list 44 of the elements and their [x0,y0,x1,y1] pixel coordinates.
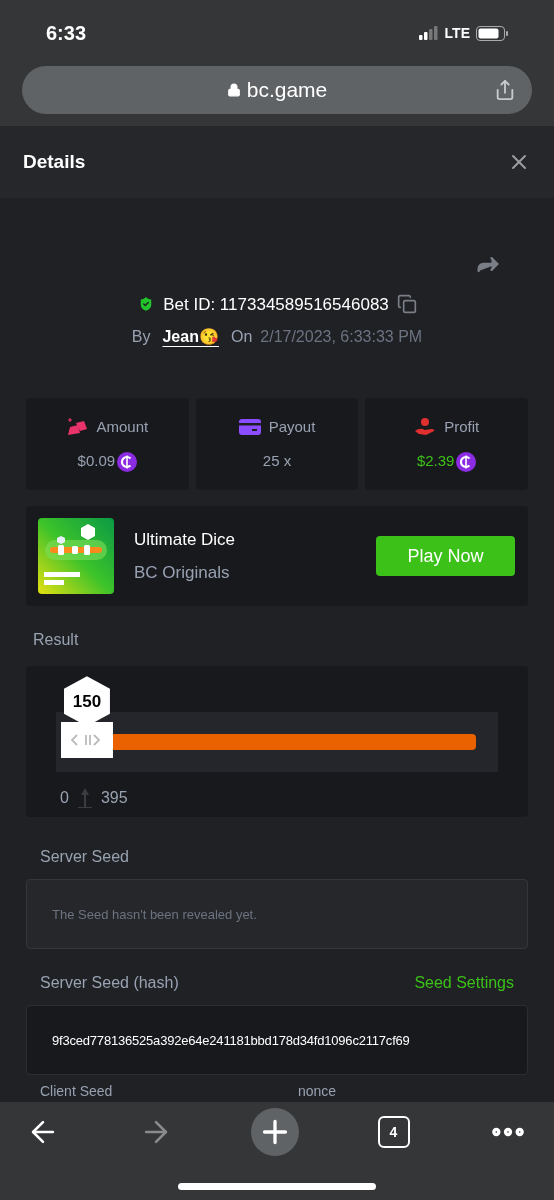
battery-icon [476,25,508,41]
bet-id: Bet ID: 117334589516546083 [163,293,389,316]
copy-icon[interactable] [396,294,417,315]
nonce-label: nonce [298,1082,337,1102]
signal-icon [418,26,439,40]
slider-thumb[interactable] [60,722,113,759]
server-seed-hash-label: Server Seed (hash) [40,973,179,994]
stat-value: 25 x [262,451,292,472]
status-time: 6:33 [46,21,87,46]
game-provider: BC Originals [134,562,231,585]
stat-label: Amount [96,416,149,437]
pointer-arrow-icon [76,787,93,810]
tabs-button[interactable]: 4 [377,1116,410,1149]
lock-icon [226,83,241,97]
server-seed-field[interactable]: The Seed hasn't been revealed yet. [26,879,528,950]
coin-icon [456,451,477,472]
coin-icon [117,451,138,472]
server-seed-hash-field[interactable]: 9f3ced778136525a392e64e241181bbd178d34fd1096c2117cf69 [26,1005,528,1076]
game-name: Ultimate Dice [134,528,237,551]
stat-label: Payout [268,416,316,437]
range-min: 0 [60,788,69,809]
card-icon [238,419,261,436]
result-title: Result [33,630,80,651]
header-title: Details [23,149,86,174]
by-label: By [131,327,151,348]
stat-value: $0.09 [77,451,116,472]
client-seed-label: Client Seed [40,1082,114,1102]
drag-arrows-icon [70,733,103,748]
server-seed-label: Server Seed [40,847,130,868]
seed-settings-link[interactable]: Seed Settings [414,971,514,996]
range-max: 395 [100,788,128,809]
chips-icon [66,417,89,438]
hash-value: 9f3ced778136525a392e64e241181bbd178d34fd1096c2117cf69 [52,1031,410,1050]
user-link[interactable]: Jean😘 [162,325,219,350]
url-text: bc.game [246,77,328,104]
address-bar[interactable]: bc.game [22,66,532,114]
new-tab-button[interactable] [251,1108,299,1157]
hand-person-icon [414,417,437,438]
stat-label: Profit [444,416,480,437]
stat-value: $2.39 [416,451,455,472]
bet-date: 2/17/2023, 6:33:33 PM [260,327,423,348]
share-icon[interactable] [494,79,516,101]
on-label: On [230,327,253,348]
network-label: LTE [444,23,470,43]
